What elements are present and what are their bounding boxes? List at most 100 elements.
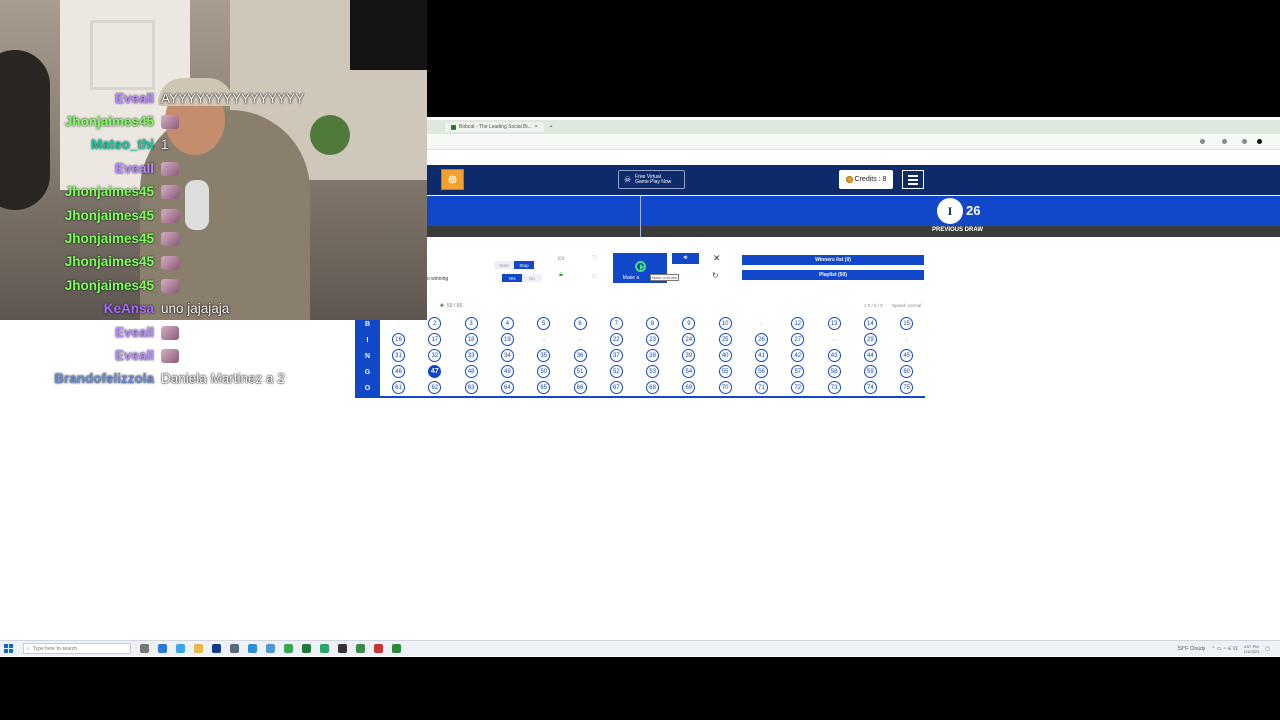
board-number-ball: 37 [609,349,623,362]
file-explorer-icon[interactable] [194,644,203,653]
playlist-button[interactable]: Playlist (50) [742,270,924,280]
board-number-ball: 67 [609,381,623,394]
app-icon[interactable] [266,644,275,653]
board-number-ball: 22 [609,333,623,346]
chat-text [161,160,179,176]
stop-option[interactable]: Stop [514,261,534,269]
extension-icon[interactable] [1222,139,1227,144]
no-option[interactable]: No [522,274,542,282]
board-number-ball: 68 [646,381,660,394]
emote-icon [161,185,179,200]
emote-icon [161,255,179,270]
browser-tab-title: Bobcat - The Leading Social Bi... [459,124,532,130]
board-number-ball: 75 [900,381,914,394]
board-number-ball: 49 [500,365,514,378]
app-icon[interactable] [230,644,239,653]
board-number-ball: 15 [900,317,914,330]
credits-badge[interactable]: Credits : 8 [839,170,893,189]
auto-win-toggle[interactable]: Yes No [502,274,542,282]
previous-draw-label: PREVIOUS DRAW [932,227,984,233]
search-icon: ⌕ [27,645,30,652]
weather-label[interactable]: 59°F Cloudy [1178,646,1206,652]
help-icon[interactable]: ? [590,254,598,262]
players-count: ♣ 50 / 50 [440,303,462,309]
chat-message: Eveall [0,345,427,365]
chat-message: Eveall [0,158,427,178]
refresh-icon[interactable]: ↻ [712,271,719,280]
chrome-icon[interactable] [284,644,293,653]
chat-message: KeAnsa uno jajajaja [0,299,427,319]
app-icon[interactable] [392,644,401,653]
mail-icon[interactable] [248,644,257,653]
extension-icon[interactable] [1200,139,1205,144]
chat-message: Jhonjaimes45 [0,111,427,131]
chat-text: Daniela Martinez a 2 [161,371,285,387]
monitor-icon[interactable]: ▭ [557,254,565,262]
board-number-ball: 74 [863,381,877,394]
lock-icon[interactable]: 🔒︎ [557,271,565,279]
task-view-icon[interactable] [140,644,149,653]
start-stop-toggle[interactable]: Start Stop [494,261,534,269]
site-logo-icon[interactable]: ☸ [441,169,464,190]
browser-tab[interactable]: Bobcat - The Leading Social Bi... × [445,122,544,132]
chat-username: Jhonjaimes45 [64,277,154,293]
app-icon[interactable] [374,644,383,653]
profile-icon[interactable] [1257,139,1262,144]
players-icon: ♣ [440,303,444,309]
windows-start-icon[interactable] [4,644,13,653]
edge-icon[interactable] [158,644,167,653]
board-number-ball: 60 [900,365,914,378]
new-tab-button[interactable]: + [550,124,553,130]
close-icon[interactable]: ✕ [713,253,721,264]
excel-icon[interactable] [302,644,311,653]
address-bar[interactable] [427,134,1280,150]
board-number-ball: 43 [827,349,841,362]
previous-draw-strip [427,226,1280,237]
emote-icon [161,161,179,176]
board-number-ball: 47 [428,365,442,378]
hamburger-menu-icon[interactable] [902,170,924,189]
chat-username: Mateo_thi [90,137,154,153]
store-icon[interactable] [212,644,221,653]
chat-username: Jhonjaimes45 [64,230,154,246]
start-option[interactable]: Start [494,261,514,269]
chat-text [161,324,179,340]
chat-text [161,348,179,364]
board-number-ball: 40 [718,349,732,362]
taskbar-search-input[interactable]: ⌕ Type here to search [23,643,131,654]
board-number-ball: 28 [831,337,837,342]
extension-icon[interactable] [1242,139,1247,144]
chat-message: Jhonjaimes45 [0,275,427,295]
clock[interactable]: 4:57 PM 1/1/2023 [1244,644,1260,654]
board-number-ball: 39 [682,349,696,362]
chat-text [161,207,179,223]
tray-icons[interactable]: ⌃ ▭ ◔ ⚟ ☊ [1211,646,1237,652]
browser-icon[interactable] [176,644,185,653]
chat-message: Brandofelizzola Daniela Martinez a 2 [0,369,427,389]
board-number-ball: 66 [573,381,587,394]
obs-icon[interactable] [338,644,347,653]
app-icon[interactable] [320,644,329,653]
yes-option[interactable]: Yes [502,274,522,282]
board-number-ball: 12 [791,317,805,330]
tab-close-icon[interactable]: × [535,124,538,130]
notifications-icon[interactable]: ▢ [1265,646,1270,652]
board-number-ball: 36 [573,349,587,362]
chat-icon[interactable]: ◌ [590,272,598,280]
chat-message: Mateo_thi 1 [0,135,427,155]
chat-username: Jhonjaimes45 [64,113,154,129]
board-number-ball: 32 [428,349,442,362]
winners-list-button[interactable]: Winners list (0) [742,255,924,265]
emote-icon [161,278,179,293]
board-number-ball: 48 [464,365,478,378]
draw-number: 26 [966,203,981,218]
board-number-ball: 5 [537,317,551,330]
virtual-games-button[interactable]: ☠ Free Virtual Game Play Now [618,170,685,189]
board-number-ball: 41 [755,349,768,362]
board-number-ball: 29 [863,333,877,346]
board-number-ball: 69 [682,381,696,394]
chat-text [161,184,179,200]
app-icon[interactable] [356,644,365,653]
sound-icon[interactable]: 🔊︎ [672,253,699,264]
board-number-ball: 56 [755,365,768,378]
